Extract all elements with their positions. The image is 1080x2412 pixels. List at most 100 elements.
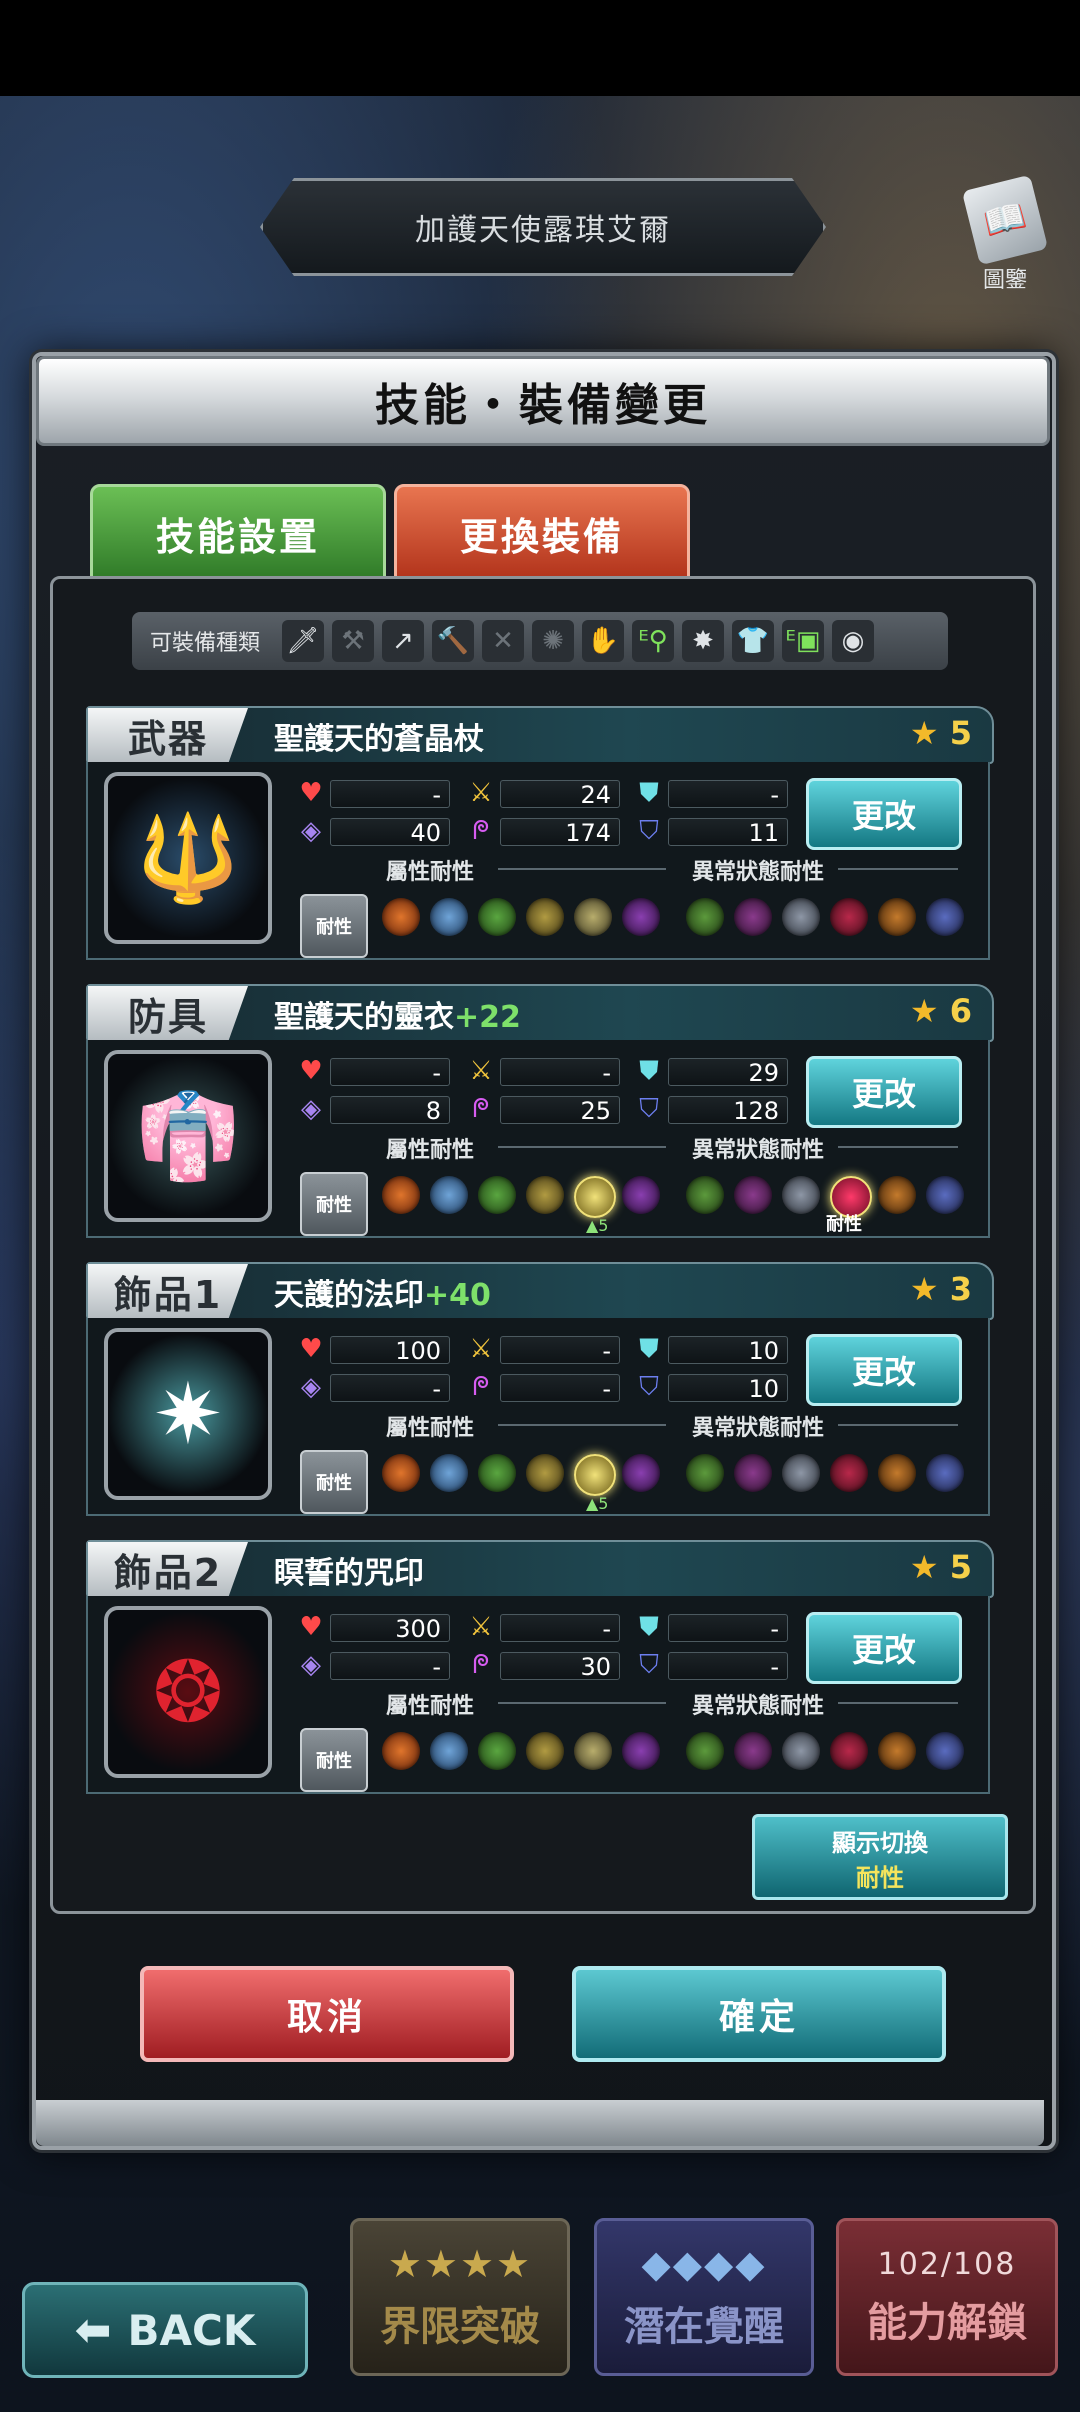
resistance-button[interactable]: 耐性 bbox=[300, 894, 368, 958]
character-name-banner: 加護天使露琪艾爾 bbox=[260, 178, 826, 276]
modal-title-bar: 技能・裝備變更 bbox=[36, 356, 1050, 446]
shield-icon: ⛊ bbox=[639, 778, 659, 808]
sleep-res-icon bbox=[926, 1732, 964, 1770]
paralysis-res-icon bbox=[782, 1732, 820, 1770]
sword-icon: ⚔ bbox=[469, 1612, 493, 1642]
confirm-button[interactable]: 確定 bbox=[572, 1966, 946, 2062]
star-icon: ★ bbox=[909, 992, 939, 1030]
curse-res-icon bbox=[734, 1176, 772, 1214]
divider bbox=[498, 1424, 666, 1426]
shield-icon: ⛊ bbox=[639, 1056, 659, 1086]
dark-res-icon bbox=[622, 1454, 660, 1492]
heavy-armor-icon: ✸ bbox=[682, 620, 725, 662]
item-thumbnail[interactable]: ✷ bbox=[104, 1328, 272, 1500]
slot-label: 防具 bbox=[127, 994, 208, 1039]
change-button[interactable]: 更改 bbox=[806, 1056, 962, 1128]
card-header: 武器 聖護天的蒼晶杖 ★ 5 bbox=[86, 706, 994, 764]
cancel-button[interactable]: 取消 bbox=[140, 1966, 514, 2062]
ability-unlock-button[interactable]: 102/108 能力解鎖 bbox=[836, 2218, 1058, 2376]
earth-res-icon bbox=[526, 1454, 564, 1492]
back-button[interactable]: ⬅ BACK bbox=[22, 2282, 308, 2378]
equip-types-label: 可裝備種類 bbox=[150, 631, 261, 656]
resistance-button[interactable]: 耐性 bbox=[300, 1728, 368, 1792]
resistance-button[interactable]: 耐性 bbox=[300, 1172, 368, 1236]
stun-res-icon bbox=[878, 1454, 916, 1492]
stun-res-icon bbox=[878, 1732, 916, 1770]
dual-blade-icon: ✕ bbox=[482, 620, 525, 662]
attr-res-label: 屬性耐性 bbox=[386, 1416, 475, 1441]
divider bbox=[838, 1702, 958, 1704]
curse-res-icon bbox=[734, 1454, 772, 1492]
wind-res-icon bbox=[478, 898, 516, 936]
toggle-mode: 耐性 bbox=[856, 1864, 904, 1892]
book-button[interactable]: 📖 圖鑒 bbox=[960, 174, 1050, 306]
limit-break-label: 界限突破 bbox=[380, 2304, 540, 2350]
tab-skill-setting[interactable]: 技能設置 bbox=[90, 484, 386, 582]
item-thumbnail[interactable]: ❂ bbox=[104, 1606, 272, 1778]
modal-bottom-frame bbox=[36, 2100, 1044, 2146]
slot-label-box: 防具 bbox=[88, 986, 248, 1040]
awakening-button[interactable]: ◆◆◆◆ 潛在覺醒 bbox=[594, 2218, 814, 2376]
slot-label-box: 飾品1 bbox=[88, 1264, 248, 1318]
charm-res-icon bbox=[830, 898, 868, 936]
modal-title: 技能・裝備變更 bbox=[375, 380, 711, 431]
paralysis-res-icon bbox=[782, 1176, 820, 1214]
mace-icon: ✺ bbox=[532, 620, 575, 662]
divider bbox=[838, 1146, 958, 1148]
spear-icon: ↗ bbox=[382, 620, 425, 662]
resistance-button[interactable]: 耐性 bbox=[300, 1450, 368, 1514]
item-name: 瞑誓的咒印 bbox=[274, 1556, 424, 1591]
dark-res-icon bbox=[622, 898, 660, 936]
fire-res-icon bbox=[382, 1176, 420, 1214]
back-arrow-icon: ⬅ bbox=[74, 2304, 112, 2356]
earth-res-icon bbox=[526, 1732, 564, 1770]
star-icon: ★★★★ bbox=[387, 2242, 533, 2286]
ice-res-icon bbox=[430, 1454, 468, 1492]
light-res-icon bbox=[574, 1454, 616, 1496]
mp-orb-icon: ◈ bbox=[301, 816, 321, 846]
magic-shield-icon: ⛉ bbox=[639, 816, 659, 846]
status-res-label: 異常狀態耐性 bbox=[692, 1138, 825, 1163]
item-thumbnail[interactable]: 👘 bbox=[104, 1050, 272, 1222]
paralysis-res-icon bbox=[782, 1454, 820, 1492]
limit-break-button[interactable]: ★★★★ 界限突破 bbox=[350, 2218, 570, 2376]
light-res-icon bbox=[574, 898, 612, 936]
shield-icon: ⛊ bbox=[639, 1334, 659, 1364]
attr-res-label: 屬性耐性 bbox=[386, 860, 475, 885]
item-thumbnail[interactable]: 🔱 bbox=[104, 772, 272, 944]
wind-res-icon bbox=[478, 1454, 516, 1492]
display-toggle-button[interactable]: 顯示切換 耐性 bbox=[752, 1814, 1008, 1900]
attr-res-label: 屬性耐性 bbox=[386, 1694, 475, 1719]
rarity: ★ 6 bbox=[909, 992, 972, 1030]
magic-shield-icon: ⛉ bbox=[639, 1372, 659, 1402]
dark-res-icon bbox=[622, 1732, 660, 1770]
sword-icon: ⚔ bbox=[469, 1056, 493, 1086]
stun-res-icon bbox=[878, 898, 916, 936]
accessory-icon: ◉ bbox=[832, 620, 875, 662]
charm-res-icon bbox=[830, 1732, 868, 1770]
star-icon: ★ bbox=[909, 1548, 939, 1586]
light-res-icon bbox=[574, 1176, 616, 1218]
change-button[interactable]: 更改 bbox=[806, 1334, 962, 1406]
divider bbox=[838, 868, 958, 870]
ice-res-icon bbox=[430, 898, 468, 936]
e-robe-icon: ᴱ▣ bbox=[782, 620, 825, 662]
toggle-label: 顯示切換 bbox=[832, 1829, 928, 1857]
change-button[interactable]: 更改 bbox=[806, 1612, 962, 1684]
awakening-label: 潛在覺醒 bbox=[624, 2304, 784, 2350]
status-res-label: 異常狀態耐性 bbox=[692, 1416, 825, 1441]
ice-res-icon bbox=[430, 1732, 468, 1770]
equip-types-bar: 可裝備種類 🗡 ⚒ ↗ 🔨 ✕ ✺ ✋ ᴱ⚲ ✸ 👕 ᴱ▣ ◉ bbox=[132, 612, 948, 670]
fire-res-icon bbox=[382, 1454, 420, 1492]
sleep-res-icon bbox=[926, 1454, 964, 1492]
divider bbox=[498, 1146, 666, 1148]
fire-res-icon bbox=[382, 1732, 420, 1770]
change-button[interactable]: 更改 bbox=[806, 778, 962, 850]
paralysis-res-icon bbox=[782, 898, 820, 936]
divider bbox=[498, 868, 666, 870]
tab-change-equipment[interactable]: 更換裝備 bbox=[394, 484, 690, 582]
claw-icon: ✋ bbox=[582, 620, 625, 662]
ice-res-icon bbox=[430, 1176, 468, 1214]
earth-res-icon bbox=[526, 898, 564, 936]
status-res-label: 異常狀態耐性 bbox=[692, 1694, 825, 1719]
